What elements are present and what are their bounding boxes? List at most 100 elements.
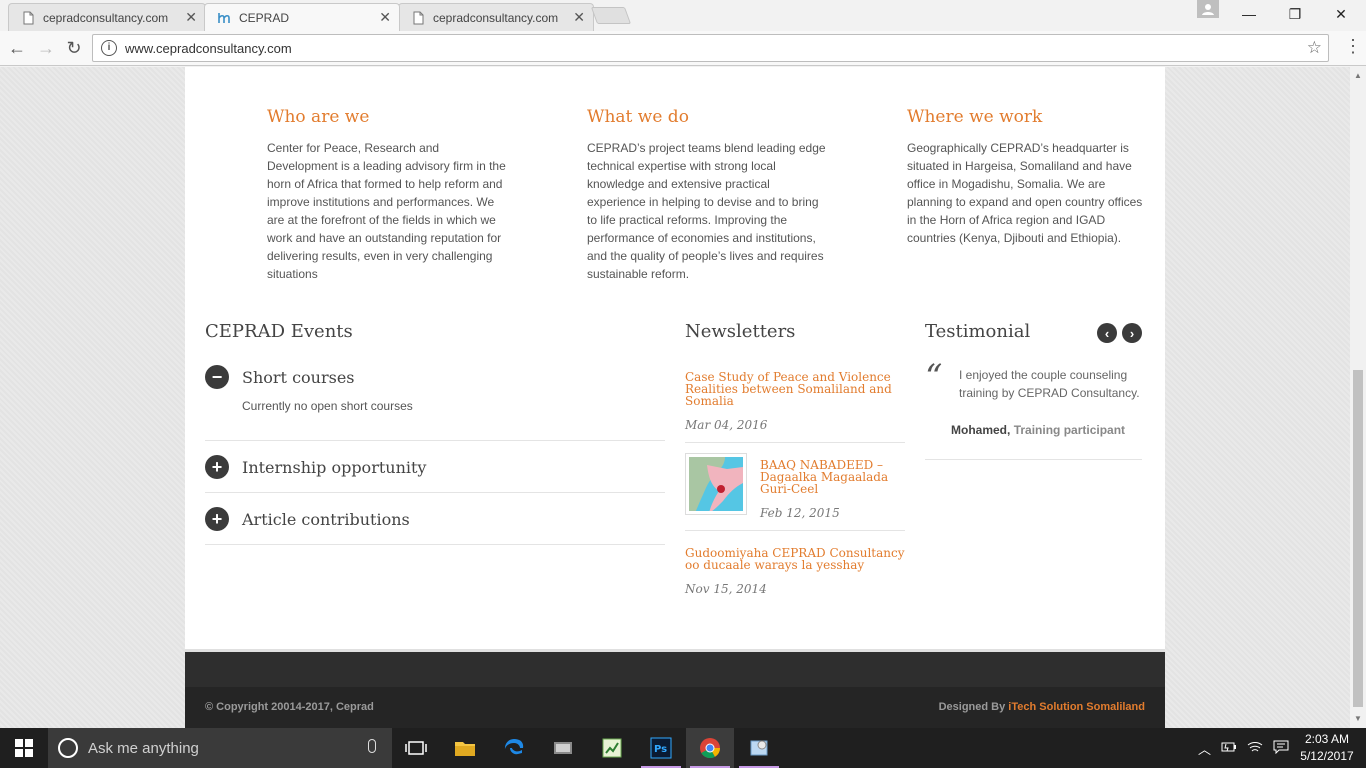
newsletter-item: BAAQ NABADEED – Dagaalka Magaalada Guri-… [685, 453, 905, 521]
accordion-header[interactable]: + Internship opportunity [205, 454, 665, 480]
tab-title: CEPRAD [239, 10, 290, 25]
author-separator: , [1007, 423, 1014, 437]
battery-icon[interactable] [1221, 741, 1237, 756]
task-view-icon[interactable] [392, 728, 440, 768]
newsletter-link[interactable]: BAAQ NABADEED – Dagaalka Magaalada Guri-… [760, 459, 900, 495]
user-profile-icon[interactable] [1197, 0, 1219, 18]
divider [925, 459, 1142, 460]
divider [685, 530, 905, 531]
what-text: CEPRAD’s project teams blend leading edg… [587, 141, 826, 281]
scroll-thumb[interactable] [1353, 370, 1363, 707]
author-name: Mohamed [951, 423, 1008, 437]
events-title: CEPRAD Events [205, 321, 353, 342]
microphone-icon[interactable] [368, 739, 376, 753]
chevron-up-icon[interactable]: ︿ [1198, 739, 1211, 758]
menu-icon[interactable]: ⋮ [1344, 36, 1362, 57]
newsletter-link[interactable]: Gudoomiyaha CEPRAD Consultancy oo ducaal… [685, 547, 905, 571]
search-placeholder: Ask me anything [88, 739, 199, 757]
accordion-label[interactable]: Short courses [242, 368, 355, 387]
newsletter-date: Mar 04, 2016 [685, 418, 768, 432]
who-text: Center for Peace, Research and Developme… [267, 141, 506, 281]
network-app-icon[interactable] [539, 728, 587, 768]
author-role: Training participant [1013, 423, 1126, 437]
who-title: Who are we [267, 107, 370, 127]
newsletter-thumbnail[interactable] [685, 453, 747, 515]
back-icon[interactable]: ← [5, 37, 29, 59]
control-panel-icon[interactable] [735, 728, 783, 768]
where-title: Where we work [907, 107, 1043, 127]
bookmark-star-icon[interactable]: ☆ [1307, 38, 1322, 58]
cortana-search[interactable]: Ask me anything [48, 728, 392, 768]
designer-link[interactable]: iTech Solution Somaliland [1008, 701, 1145, 713]
wifi-icon[interactable] [1247, 740, 1263, 757]
vertical-scrollbar[interactable]: ▲ ▼ [1350, 67, 1366, 728]
newsletter-item: Case Study of Peace and Violence Realiti… [685, 371, 905, 432]
accordion-item-articles: + Article contributions [205, 506, 665, 545]
photoshop-icon[interactable]: Ps [637, 728, 685, 768]
what-title: What we do [587, 107, 689, 127]
document-icon [21, 11, 35, 25]
clock-date: 5/12/2017 [1300, 749, 1354, 763]
divider [685, 442, 905, 443]
accordion-label[interactable]: Article contributions [242, 510, 410, 529]
about-where: Where we work Geographically CEPRAD’s he… [907, 107, 1147, 247]
accordion-body: Currently no open short courses [242, 399, 413, 413]
url-text: www.cepradconsultancy.com [125, 40, 292, 56]
close-tab-icon[interactable]: ✕ [573, 9, 585, 26]
about-who: Who are we Center for Peace, Research an… [267, 107, 507, 283]
new-tab-button[interactable] [590, 7, 632, 24]
tab-2[interactable]: CEPRAD ✕ [204, 3, 400, 31]
tab-title: cepradconsultancy.com [43, 10, 169, 25]
close-window-icon[interactable]: ✕ [1318, 0, 1364, 28]
accordion-item-internship: + Internship opportunity [205, 454, 665, 493]
cortana-icon [58, 738, 78, 758]
chevron-left-icon[interactable]: ‹ [1097, 323, 1117, 343]
copyright-text: © Copyright 20014-2017, Ceprad [205, 701, 374, 713]
spreadsheet-app-icon[interactable] [588, 728, 636, 768]
chevron-right-icon[interactable]: › [1122, 323, 1142, 343]
minus-icon[interactable]: − [205, 365, 229, 389]
clock[interactable]: 2:03 AM 5/12/2017 [1292, 731, 1362, 765]
tab-1[interactable]: cepradconsultancy.com ✕ [8, 3, 206, 31]
accordion-label[interactable]: Internship opportunity [242, 458, 426, 477]
file-explorer-icon[interactable] [441, 728, 489, 768]
newsletter-date: Nov 15, 2014 [685, 582, 767, 596]
close-tab-icon[interactable]: ✕ [185, 9, 197, 26]
accordion-item-short-courses: − Short courses Currently no open short … [205, 364, 665, 441]
info-icon[interactable]: i [101, 40, 117, 56]
forward-icon[interactable]: → [34, 37, 58, 59]
accordion-header[interactable]: + Article contributions [205, 506, 665, 532]
plus-icon[interactable]: + [205, 455, 229, 479]
footer-widgets [185, 649, 1165, 687]
designed-by: Designed By iTech Solution Somaliland [939, 701, 1145, 713]
tab-title: cepradconsultancy.com [433, 10, 559, 25]
tab-3[interactable]: cepradconsultancy.com ✕ [398, 3, 594, 31]
ceprad-logo-icon [217, 11, 231, 25]
footer-bottom: © Copyright 20014-2017, Ceprad Designed … [185, 687, 1165, 728]
accordion-header[interactable]: − Short courses [205, 364, 665, 390]
tab-strip: cepradconsultancy.com ✕ CEPRAD ✕ cepradc… [0, 0, 1366, 31]
plus-icon[interactable]: + [205, 507, 229, 531]
edge-icon[interactable] [490, 728, 538, 768]
address-bar[interactable]: i www.cepradconsultancy.com ☆ [92, 34, 1329, 62]
newsletter-link[interactable]: Case Study of Peace and Violence Realiti… [685, 371, 905, 407]
restore-icon[interactable]: ❐ [1272, 0, 1318, 28]
windows-start-icon[interactable] [0, 728, 48, 768]
close-tab-icon[interactable]: ✕ [379, 9, 391, 26]
browser-toolbar: ← → ↻ i www.cepradconsultancy.com ☆ ⋮ [0, 31, 1366, 66]
page-content: Who are we Center for Peace, Research an… [185, 67, 1165, 649]
taskbar: Ask me anything Ps ︿ 2:03 AM 5/12/2017 [0, 728, 1366, 768]
chrome-icon[interactable] [686, 728, 734, 768]
action-center-icon[interactable] [1273, 740, 1289, 757]
newsletter-item: Gudoomiyaha CEPRAD Consultancy oo ducaal… [685, 547, 905, 596]
testimonial-title: Testimonial [925, 321, 1031, 342]
reload-icon[interactable]: ↻ [62, 37, 86, 59]
scroll-up-icon[interactable]: ▲ [1354, 71, 1362, 80]
testimonial-quote: I enjoyed the couple counseling training… [959, 368, 1140, 400]
scroll-down-icon[interactable]: ▼ [1354, 714, 1362, 723]
system-tray: ︿ [1198, 728, 1289, 768]
minimize-icon[interactable]: — [1226, 0, 1272, 28]
designed-by-label: Designed By [938, 701, 1006, 713]
testimonial-author: Mohamed, Training participant [951, 423, 1125, 437]
document-icon [411, 11, 425, 25]
